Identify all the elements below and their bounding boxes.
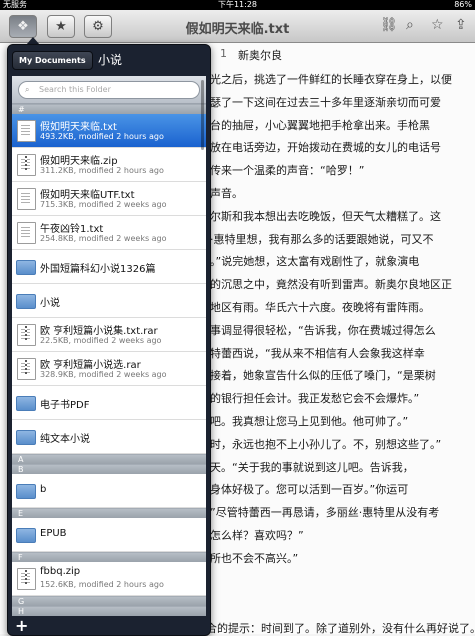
item-meta: 254.8KB, modified 2 weeks ago	[40, 234, 167, 243]
search-bar: ⌕ Search this Folder	[12, 76, 206, 104]
search-input[interactable]: ⌕ Search this Folder	[18, 81, 200, 99]
my-documents-button[interactable]: My Documents	[12, 51, 93, 70]
battery-label: 86%	[454, 0, 472, 9]
archive-icon	[17, 358, 36, 380]
item-name: 假如明天来临.txt	[40, 122, 117, 133]
document-line: 新奥尔良	[238, 49, 282, 62]
file-row[interactable]: 假如明天来临.zip 311.2KB, modified 2 hours ago	[12, 148, 206, 182]
popover-header: My Documents 小说	[8, 45, 210, 75]
file-row[interactable]: 欧 亨利短篇小说集.txt.rar 22.5KB, modified 2 week…	[12, 318, 206, 352]
document-line: 光之后，挑选了一件鲜红的长睡衣穿在身上，以便	[210, 73, 452, 86]
item-name: 午夜凶铃1.txt	[40, 224, 104, 235]
status-bar: 无服务 下午11:28 86%	[0, 0, 475, 10]
star-icon[interactable]: ☆	[431, 17, 444, 33]
document-line: ”尽管特蕾西一再恳请，多丽丝·惠特里从没有考	[210, 506, 440, 520]
document-line: 接着，她象宣告什么似的压低了嗓门，“是栗树	[210, 369, 436, 383]
section-header: #	[12, 104, 206, 114]
section-header: F	[12, 552, 206, 562]
folder-row[interactable]: b	[12, 474, 206, 508]
folder-row[interactable]: 纯文本小说	[12, 420, 206, 454]
document-line: 台的抽屉，小心翼翼地把手枪拿出来。手枪黑	[210, 118, 430, 132]
file-row[interactable]: 假如明天来临UTF.txt 715.3KB, modified 2 weeks a…	[12, 182, 206, 216]
document-line: 。”说完她想，这太富有戏剧性了，就象演电	[210, 255, 420, 269]
document-line: 的沉思之中，竟然没有听到雷声。新奥尔良地区正	[210, 278, 452, 292]
document-line: 尔斯和我本想出去吃晚饭，但天气太糟糕了。这	[210, 209, 441, 223]
document-line: 的银行担任会计。我正发愁它会不会爆炸。”	[210, 392, 420, 406]
section-header: A	[12, 454, 206, 464]
folder-icon	[16, 294, 36, 309]
document-line: ·惠特里想，我有那么多的话要跟她说，可又不	[210, 232, 434, 246]
document-line: 特蕾西说，“我从来不相信有人会象我这样幸	[210, 346, 425, 360]
item-name: EPUB	[40, 528, 67, 539]
item-name: 欧 亨利短篇小说集.txt.rar	[40, 326, 158, 337]
folder-icon	[16, 484, 36, 499]
document-title: 假如明天来临.txt	[185, 22, 290, 37]
item-meta: 22.5KB, modified 2 weeks ago	[40, 336, 162, 345]
file-browser-popover: My Documents 小说 ⌕ Search this Folder # 假如…	[7, 44, 211, 636]
archive-icon	[17, 324, 36, 346]
text-file-icon	[17, 120, 36, 142]
folder-icon	[16, 430, 36, 445]
file-row[interactable]: fbbq.zip 152.6KB, modified 2 hours ago	[12, 562, 206, 596]
toolbar: ❖ ★ ⚙ 假如明天来临.txt ⛓ ⌕ ☆ ⇪	[0, 10, 475, 43]
add-button[interactable]: +	[15, 616, 28, 635]
item-meta: 311.2KB, modified 2 hours ago	[40, 166, 164, 175]
item-name: 电子书PDF	[40, 400, 90, 411]
item-name: 纯文本小说	[40, 434, 90, 445]
folder-icon	[16, 396, 36, 411]
folder-icon	[16, 260, 36, 275]
document-line: 怎么样？喜欢吗？”	[210, 529, 304, 542]
item-meta: 715.3KB, modified 2 weeks ago	[40, 200, 167, 209]
section-header: E	[12, 508, 206, 518]
document-line: 传来一个温柔的声音：“哈罗！”	[210, 164, 365, 178]
share-icon[interactable]: ⇪	[455, 17, 467, 33]
document-line: 声音。	[210, 187, 243, 200]
scrollbar[interactable]	[201, 80, 204, 150]
folder-icon	[16, 528, 36, 543]
line-number: 1	[220, 47, 227, 60]
section-header: G	[12, 596, 206, 606]
folder-row[interactable]: 外国短篇科幻小说1326篇	[12, 250, 206, 284]
item-meta: 328.9KB, modified 2 weeks ago	[40, 370, 167, 379]
item-name: 小说	[40, 298, 60, 309]
document-line: 吧。我真想让您马上见到他。他可帅了。”	[210, 415, 409, 428]
file-list: # 假如明天来临.txt 493.2KB, modified 2 hours ago…	[12, 104, 206, 616]
archive-icon	[17, 154, 36, 176]
clock-label: 下午11:28	[217, 0, 258, 9]
item-name: 假如明天来临.zip	[40, 156, 118, 167]
document-line: 瑟了一下这间在过去三十多年里逐渐亲切而可爱	[210, 95, 441, 109]
file-row[interactable]: 欧 亨利短篇小说选.rar 328.9KB, modified 2 weeks a…	[12, 352, 206, 386]
section-header: H	[12, 606, 206, 616]
item-meta: 152.6KB, modified 2 hours ago	[40, 580, 164, 589]
text-file-icon	[17, 222, 36, 244]
document-line: 天。“关于我的事就说到这儿吧。告诉我，	[210, 460, 414, 474]
item-name: 外国短篇科幻小说1326篇	[40, 264, 156, 275]
file-row[interactable]: 午夜凶铃1.txt 254.8KB, modified 2 weeks ago	[12, 216, 206, 250]
folder-row[interactable]: EPUB	[12, 518, 206, 552]
search-placeholder: Search this Folder	[39, 85, 111, 94]
item-name: b	[40, 484, 47, 495]
document-line: 放在电话旁边，开始拨动在费城的女儿的电话号	[210, 141, 441, 155]
text-file-icon	[17, 188, 36, 210]
document-line: 所也不会不高兴。”	[210, 551, 299, 565]
document-line: 事调显得很轻松，“告诉我，你在费城过得怎么	[210, 323, 436, 337]
folder-row[interactable]: 小说	[12, 284, 206, 318]
item-name: fbbq.zip	[40, 566, 81, 577]
folder-title: 小说	[98, 53, 123, 67]
document-line: 地区有雨。华氏六十六度。夜晚将有雷阵雨。	[210, 301, 430, 314]
archive-icon	[17, 568, 36, 590]
item-meta: 493.2KB, modified 2 hours ago	[40, 132, 164, 141]
document-line: 时，永远也抱不上小孙儿了。不，别想这些了。”	[210, 437, 442, 451]
section-header: B	[12, 464, 206, 474]
search-icon[interactable]: ⌕	[406, 17, 414, 33]
popover-footer: +	[8, 616, 210, 635]
file-row[interactable]: 假如明天来临.txt 493.2KB, modified 2 hours ago	[12, 114, 206, 148]
link-icon[interactable]: ⛓	[380, 17, 398, 33]
document-line: 身体好极了。您可以活到一百岁。”你运可	[210, 483, 409, 497]
file-list-panel[interactable]: ⌕ Search this Folder # 假如明天来临.txt 493.2KB,…	[12, 76, 206, 616]
item-name: 假如明天来临UTF.txt	[40, 190, 135, 201]
search-icon: ⌕	[25, 85, 30, 94]
folder-row[interactable]: 电子书PDF	[12, 386, 206, 420]
item-name: 欧 亨利短篇小说选.rar	[40, 360, 141, 371]
